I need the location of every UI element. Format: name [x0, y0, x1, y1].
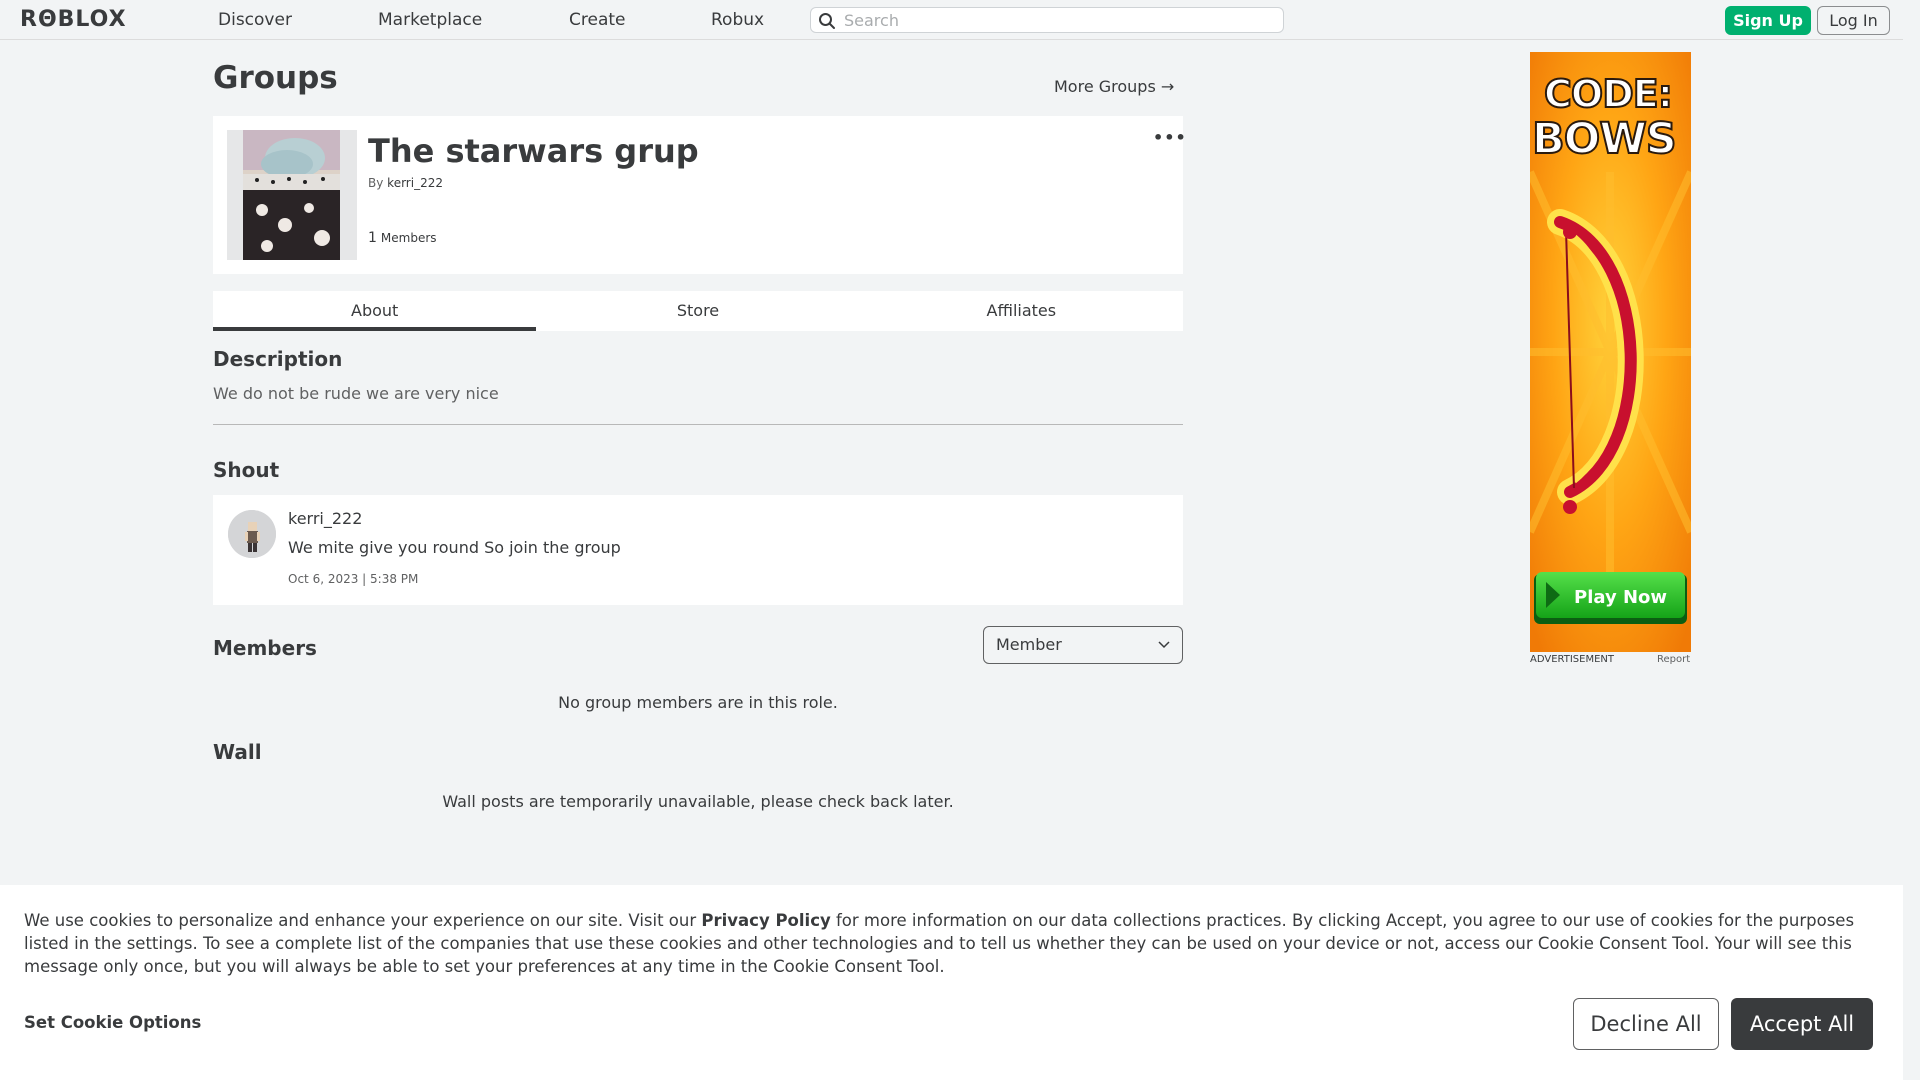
group-owner-link[interactable]: kerri_222 [387, 176, 443, 190]
role-dropdown[interactable]: Member [983, 626, 1183, 664]
description-text: We do not be rude we are very nice [213, 384, 499, 403]
group-name: The starwars grup [368, 132, 699, 170]
section-divider [213, 424, 1183, 425]
owner-prefix: By [368, 176, 384, 190]
description-heading: Description [213, 347, 343, 371]
cookie-message: We use cookies to personalize and enhanc… [24, 909, 1884, 978]
decline-all-button[interactable]: Decline All [1573, 998, 1719, 1050]
nav-link-discover[interactable]: Discover [218, 10, 292, 30]
set-cookie-options-link[interactable]: Set Cookie Options [24, 1013, 201, 1032]
nav-link-create[interactable]: Create [569, 10, 626, 30]
search-input[interactable] [844, 10, 1274, 30]
signup-button[interactable]: Sign Up [1725, 6, 1811, 35]
advertisement-banner[interactable]: CODE: BOWS Play Now [1530, 52, 1691, 652]
nav-link-marketplace[interactable]: Marketplace [378, 10, 482, 30]
privacy-policy-link[interactable]: Privacy Policy [701, 911, 830, 930]
shout-timestamp: Oct 6, 2023 | 5:38 PM [288, 572, 419, 586]
group-emblem-image [227, 130, 357, 260]
ad-report-link[interactable]: Report [1657, 654, 1690, 665]
members-empty-message: No group members are in this role. [558, 693, 838, 712]
more-options-icon[interactable]: ••• [1153, 128, 1187, 147]
shout-author-link[interactable]: kerri_222 [288, 509, 362, 528]
group-header-card: The starwars grup By kerri_222 1 Members … [213, 116, 1186, 274]
member-count-label: Members [380, 231, 437, 245]
more-groups-link[interactable]: More Groups → [1054, 77, 1174, 96]
search-box [810, 7, 1284, 33]
member-count-value: 1 [368, 230, 377, 246]
shout-heading: Shout [213, 458, 280, 482]
role-dropdown-value: Member [996, 635, 1062, 654]
ad-play-now-button[interactable]: Play Now [1574, 587, 1667, 608]
shout-message: We mite give you round So join the group [288, 538, 621, 557]
tab-about[interactable]: About [213, 291, 537, 331]
member-count: 1 Members [368, 230, 437, 246]
chevron-down-icon [1158, 641, 1170, 649]
cookie-consent-banner: We use cookies to personalize and enhanc… [0, 885, 1903, 1080]
wall-heading: Wall [213, 740, 262, 764]
tab-affiliates[interactable]: Affiliates [860, 291, 1183, 331]
search-icon [819, 13, 835, 29]
ad-headline-line-2: BOWS [1531, 113, 1678, 165]
roblox-logo[interactable]: RΘBLOX [20, 7, 127, 32]
login-button[interactable]: Log In [1817, 6, 1890, 35]
tab-store[interactable]: Store [536, 291, 859, 331]
group-owner-line: By kerri_222 [368, 176, 443, 190]
ad-headline-line-1: CODE: [1543, 71, 1674, 117]
members-heading: Members [213, 636, 317, 660]
shout-card: kerri_222 We mite give you round So join… [213, 495, 1183, 605]
nav-link-robux[interactable]: Robux [711, 10, 764, 30]
page-scrollbar[interactable] [1903, 0, 1920, 1080]
ad-label: ADVERTISEMENT [1530, 654, 1615, 665]
wall-empty-message: Wall posts are temporarily unavailable, … [442, 792, 954, 811]
avatar[interactable] [228, 510, 276, 558]
page-title: Groups [213, 60, 338, 96]
accept-all-button[interactable]: Accept All [1731, 998, 1873, 1050]
cookie-message-part-1: We use cookies to personalize and enhanc… [24, 911, 697, 930]
top-navbar: RΘBLOX Discover Marketplace Create Robux… [0, 0, 1920, 40]
group-tabs: About Store Affiliates [213, 291, 1183, 331]
